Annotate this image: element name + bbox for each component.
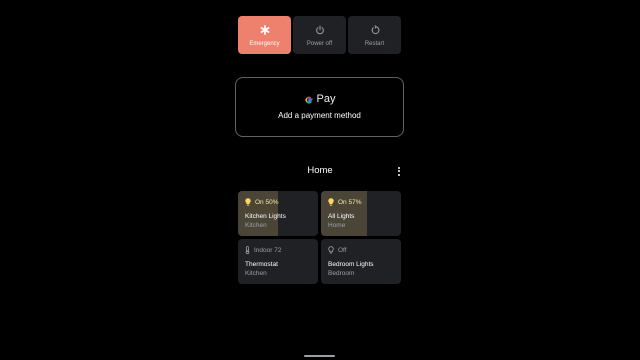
google-g-icon [304, 96, 313, 104]
device-room: Bedroom [328, 270, 355, 277]
gesture-nav-handle[interactable] [304, 355, 335, 357]
device-name: Bedroom Lights [328, 261, 374, 268]
lightbulb-icon [245, 198, 251, 206]
power-off-label: Power off [306, 41, 333, 47]
home-title[interactable]: Home [270, 165, 370, 176]
device-status: On 50% [255, 198, 279, 206]
more-vert-icon[interactable] [394, 164, 404, 178]
gpay-logo-text: Pay [316, 93, 336, 105]
device-tile-bedroom-lights[interactable]: Off Bedroom Lights Bedroom [321, 239, 401, 284]
add-payment-method-label: Add a payment method [278, 111, 361, 120]
power-icon [293, 22, 346, 38]
device-tile-kitchen-lights[interactable]: On 50% Kitchen Lights Kitchen [238, 191, 318, 236]
gpay-logo: Pay [236, 93, 403, 106]
device-room: Kitchen [245, 222, 267, 229]
emergency-button[interactable]: Emergency [238, 16, 291, 54]
device-status: On 57% [338, 198, 362, 206]
lightbulb-outline-icon [328, 246, 334, 254]
device-name: All Lights [328, 213, 355, 220]
restart-icon [348, 22, 401, 38]
device-name: Thermostat [245, 261, 278, 268]
device-room: Home [328, 222, 346, 229]
emergency-label: Emergency [249, 41, 280, 47]
asterisk-icon [238, 22, 291, 38]
device-status: Off [338, 246, 347, 254]
power-off-button[interactable]: Power off [293, 16, 346, 54]
restart-button[interactable]: Restart [348, 16, 401, 54]
thermometer-icon [245, 246, 250, 254]
restart-label: Restart [364, 41, 385, 47]
device-room: Kitchen [245, 270, 267, 277]
device-tile-all-lights[interactable]: On 57% All Lights Home [321, 191, 401, 236]
device-status: Indoor 72 [254, 246, 282, 254]
device-tile-thermostat[interactable]: Indoor 72 Thermostat Kitchen [238, 239, 318, 284]
device-name: Kitchen Lights [245, 213, 286, 220]
lightbulb-icon [328, 198, 334, 206]
gpay-card[interactable]: Pay Add a payment method [235, 77, 404, 137]
